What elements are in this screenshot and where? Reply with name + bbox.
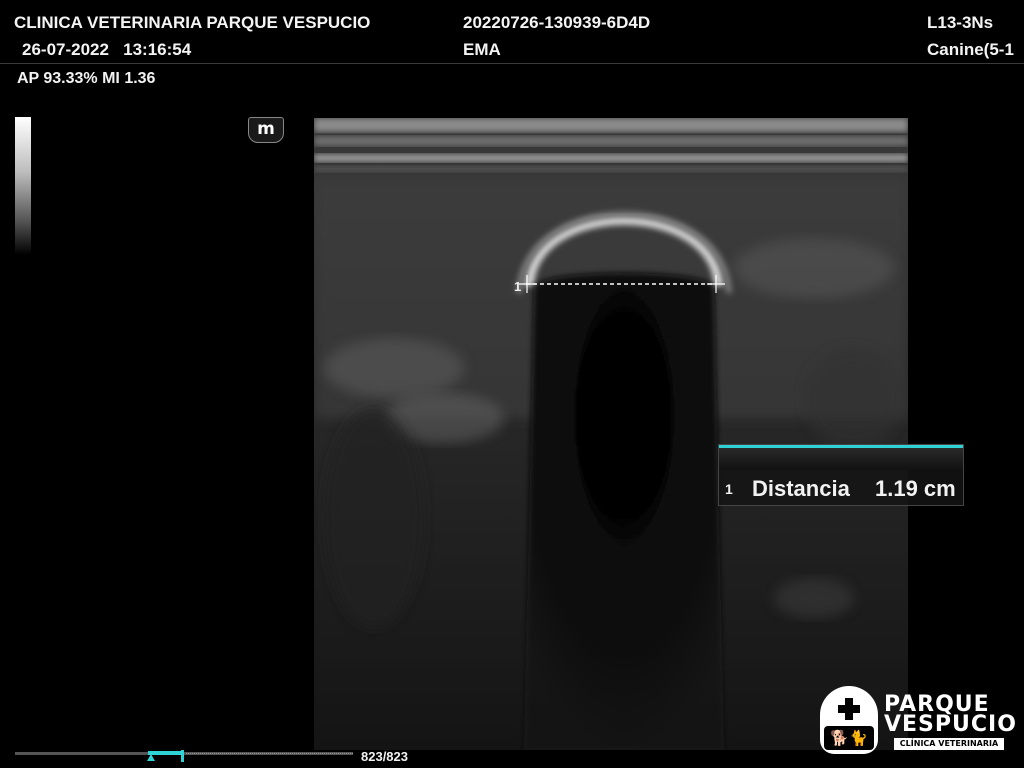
plus-icon: [838, 698, 860, 720]
measurement-result-box[interactable]: 1 Distancia 1.19 cm: [718, 444, 964, 506]
preset-name: Canine(5-1: [927, 40, 1014, 59]
logo-emblem: 🐕🐈: [820, 686, 878, 754]
cine-frame-counter: 823/823: [361, 749, 408, 764]
measurement-header-band: [719, 448, 963, 470]
caliper-index: 1: [514, 279, 522, 294]
measurement-label: Distancia: [752, 476, 850, 501]
grayscale-bar: [15, 117, 31, 255]
measurement-value: 1.19 cm: [875, 476, 956, 501]
ultrasound-image[interactable]: [314, 118, 908, 750]
acoustic-output: AP 93.33% MI 1.36: [17, 70, 156, 87]
cine-start-marker-icon[interactable]: [147, 754, 155, 761]
clinic-name: CLINICA VETERINARIA PARQUE VESPUCIO: [14, 13, 371, 32]
exam-id: 20220726-130939-6D4D: [463, 13, 651, 32]
ultrasound-graphic: [314, 118, 908, 750]
logo-text-line2: VESPUCIO: [884, 712, 1017, 737]
orientation-marker-icon: m: [248, 117, 284, 143]
probe-name: L13-3Ns: [927, 13, 994, 32]
logo-subtitle: CLÍNICA VETERINARIA: [894, 738, 1004, 750]
ultrasound-screen: CLINICA VETERINARIA PARQUE VESPUCIO 26-0…: [0, 0, 1024, 768]
header-divider: [0, 63, 1024, 64]
header-bar: CLINICA VETERINARIA PARQUE VESPUCIO 26-0…: [0, 0, 1024, 66]
pets-icon: 🐕🐈: [824, 726, 874, 750]
date-time: 26-07-2022 13:16:54: [22, 40, 192, 59]
cine-dotted-track: [186, 753, 353, 755]
clinic-logo: 🐕🐈 PARQUE VESPUCIO CLÍNICA VETERINARIA: [820, 686, 1020, 758]
operator: EMA: [463, 40, 501, 59]
measurement-index: 1: [725, 481, 733, 497]
cine-end-marker-icon[interactable]: [181, 750, 184, 762]
